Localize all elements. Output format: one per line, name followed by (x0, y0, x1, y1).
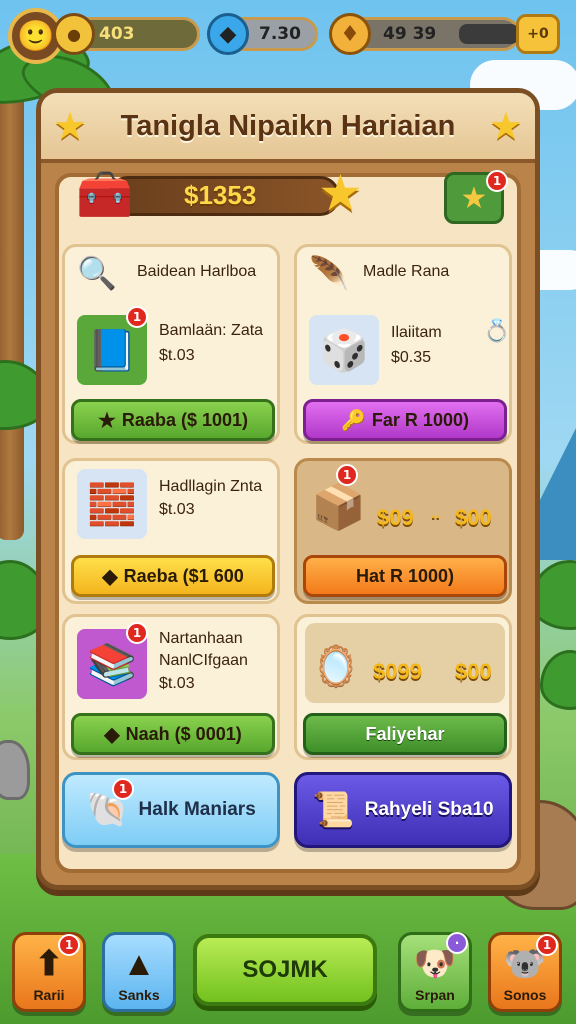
card-4-badge: 1 (336, 464, 358, 486)
card-1-button-label: Raaba ($ 1001) (121, 409, 248, 430)
shop-panel-header: ★ Tanigla Nipaikn Hariaian ★ (41, 93, 535, 163)
star-icon: ★ (97, 409, 116, 432)
card-5-badge: 1 (126, 622, 148, 644)
ring-icon: 💍 (483, 319, 511, 344)
balance-star-icon: ★ (318, 164, 363, 222)
card-3-item-name: Hadllagin Znta (159, 478, 263, 495)
shop-card-1[interactable]: 🔍 Baidean Harlboa 📘 Bamlaän: Zata $t.03 … (62, 244, 280, 444)
energy-counter[interactable]: ♦ 49 39 (329, 13, 520, 55)
card-6-price-a: $099 (373, 659, 422, 684)
card-1-item-name: Bamlaän: Zata (159, 322, 264, 339)
red-potion-icon: 🧱 (77, 469, 147, 539)
stone-block-icon: ◆ (104, 723, 120, 746)
rahyeli-button[interactable]: 📜 Rahyeli Sba10 (294, 772, 512, 848)
nav-sanks-label: Sanks (118, 987, 160, 1003)
card-3-button-label: Raeba ($1 600 (123, 565, 244, 586)
nav-rarii-badge: 1 (58, 934, 80, 956)
arrow-icon: ⬆ (34, 945, 64, 983)
card-5-item-name-1: Nartanhaan (159, 630, 243, 647)
nav-srpan-badge: · (446, 932, 468, 954)
card-3-buy-button[interactable]: ◆ Raeba ($1 600 (71, 555, 275, 597)
add-currency-label: +0 (527, 26, 549, 42)
card-6-price-b: $00 (455, 659, 492, 684)
gems-value: 7.30 (259, 24, 301, 44)
halk-maniars-badge: 1 (112, 778, 134, 800)
shop-card-2[interactable]: 🪶 Madle Rana 🎲 Ilaiitam $0.35 💍 🔑 Far R … (294, 244, 512, 444)
card-2-price: $0.35 (391, 349, 432, 366)
card-5-button-label: Naah ($ 0001) (125, 723, 242, 744)
pyramid-icon: ▲ (122, 945, 156, 983)
card-5-item-name-2: NanlCIfgaan (159, 652, 248, 669)
card-1-badge: 1 (126, 306, 148, 328)
card-2-button-label: Far R 1000) (371, 409, 469, 430)
star-left-icon: ★ (53, 104, 88, 148)
add-currency-button[interactable]: +0 (516, 14, 560, 54)
magnifier-icon: 🔍 (77, 254, 117, 292)
treasure-chest-icon: 🧰 (76, 167, 134, 221)
halk-maniars-label: Halk Maniars (138, 799, 256, 820)
gems-counter[interactable]: ◆ 7.30 (207, 13, 318, 55)
card-2-item-name: Ilaiitam (391, 324, 442, 341)
card-2-buy-button[interactable]: 🔑 Far R 1000) (303, 399, 507, 441)
stone-icon: ◆ (102, 565, 118, 588)
energy-value: 49 39 (383, 24, 437, 44)
card-5-price: $t.03 (159, 675, 195, 692)
nav-sanks[interactable]: ▲ Sanks (102, 932, 176, 1012)
coin-icon: ● (53, 13, 95, 55)
shop-card-4[interactable]: 📦 $09 .. $00 Hat R 1000) (294, 458, 512, 604)
play-button-label: SOJMK (242, 956, 328, 983)
card-3-price: $t.03 (159, 501, 195, 518)
favorites-badge: 1 (486, 170, 508, 192)
nav-rarii-label: Rarii (33, 987, 65, 1003)
card-2-header: Madle Rana (363, 263, 450, 280)
play-button[interactable]: SOJMK (193, 934, 377, 1006)
key-icon: 🔑 (341, 409, 366, 432)
card-6-buy-button[interactable]: Faliyehar (303, 713, 507, 755)
star-right-icon: ★ (488, 104, 523, 148)
nav-sonos-label: Sonos (503, 987, 547, 1003)
coins-value: 403 (99, 24, 135, 44)
card-4-separator: .. (431, 505, 440, 522)
shop-card-3[interactable]: 🧱 Hadllagin Znta $t.03 ◆ Raeba ($1 600 (62, 458, 280, 604)
card-6-button-label: Faliyehar (365, 723, 445, 744)
coins-counter[interactable]: ● 403 (53, 13, 200, 55)
halk-maniars-button[interactable]: 🐚 Halk Maniars (62, 772, 280, 848)
feather-quill-icon: 🪶 (309, 254, 349, 292)
card-1-buy-button[interactable]: ★ Raaba ($ 1001) (71, 399, 275, 441)
card-4-price-a: $09 (377, 505, 414, 530)
energy-drop-icon: ♦ (329, 13, 371, 55)
mirror-icon: 🪞 (311, 644, 361, 690)
card-4-button-label: Hat R 1000) (355, 565, 455, 586)
gold-chest-icon: 📦 (311, 482, 366, 533)
card-4-price-b: $00 (455, 505, 492, 530)
gem-cube-icon: ◆ (207, 13, 249, 55)
nav-srpan-label: Srpan (415, 987, 455, 1003)
rahyeli-label: Rahyeli Sba10 (364, 799, 494, 820)
card-1-price: $t.03 (159, 347, 195, 364)
page-title: Tanigla Nipaikn Hariaian (120, 109, 456, 142)
golden-scroll-icon: 📜 (312, 791, 355, 829)
avatar-face-icon: 🙂 (17, 18, 55, 54)
energy-bar (459, 24, 519, 44)
nav-sonos-badge: 1 (536, 934, 558, 956)
balance-value: $1353 (184, 180, 257, 210)
rune-cube-icon: 🎲 (309, 315, 379, 385)
shop-card-5[interactable]: 📚 Nartanhaan NanlCIfgaan $t.03 ◆ Naah ($… (62, 614, 280, 760)
shop-card-6[interactable]: 🪞 $099 $00 Faliyehar (294, 614, 512, 760)
card-5-buy-button[interactable]: ◆ Naah ($ 0001) (71, 713, 275, 755)
card-4-buy-button[interactable]: Hat R 1000) (303, 555, 507, 597)
rainbow-star-icon: ★ (460, 180, 488, 216)
card-1-header: Baidean Harlboa (137, 263, 257, 280)
